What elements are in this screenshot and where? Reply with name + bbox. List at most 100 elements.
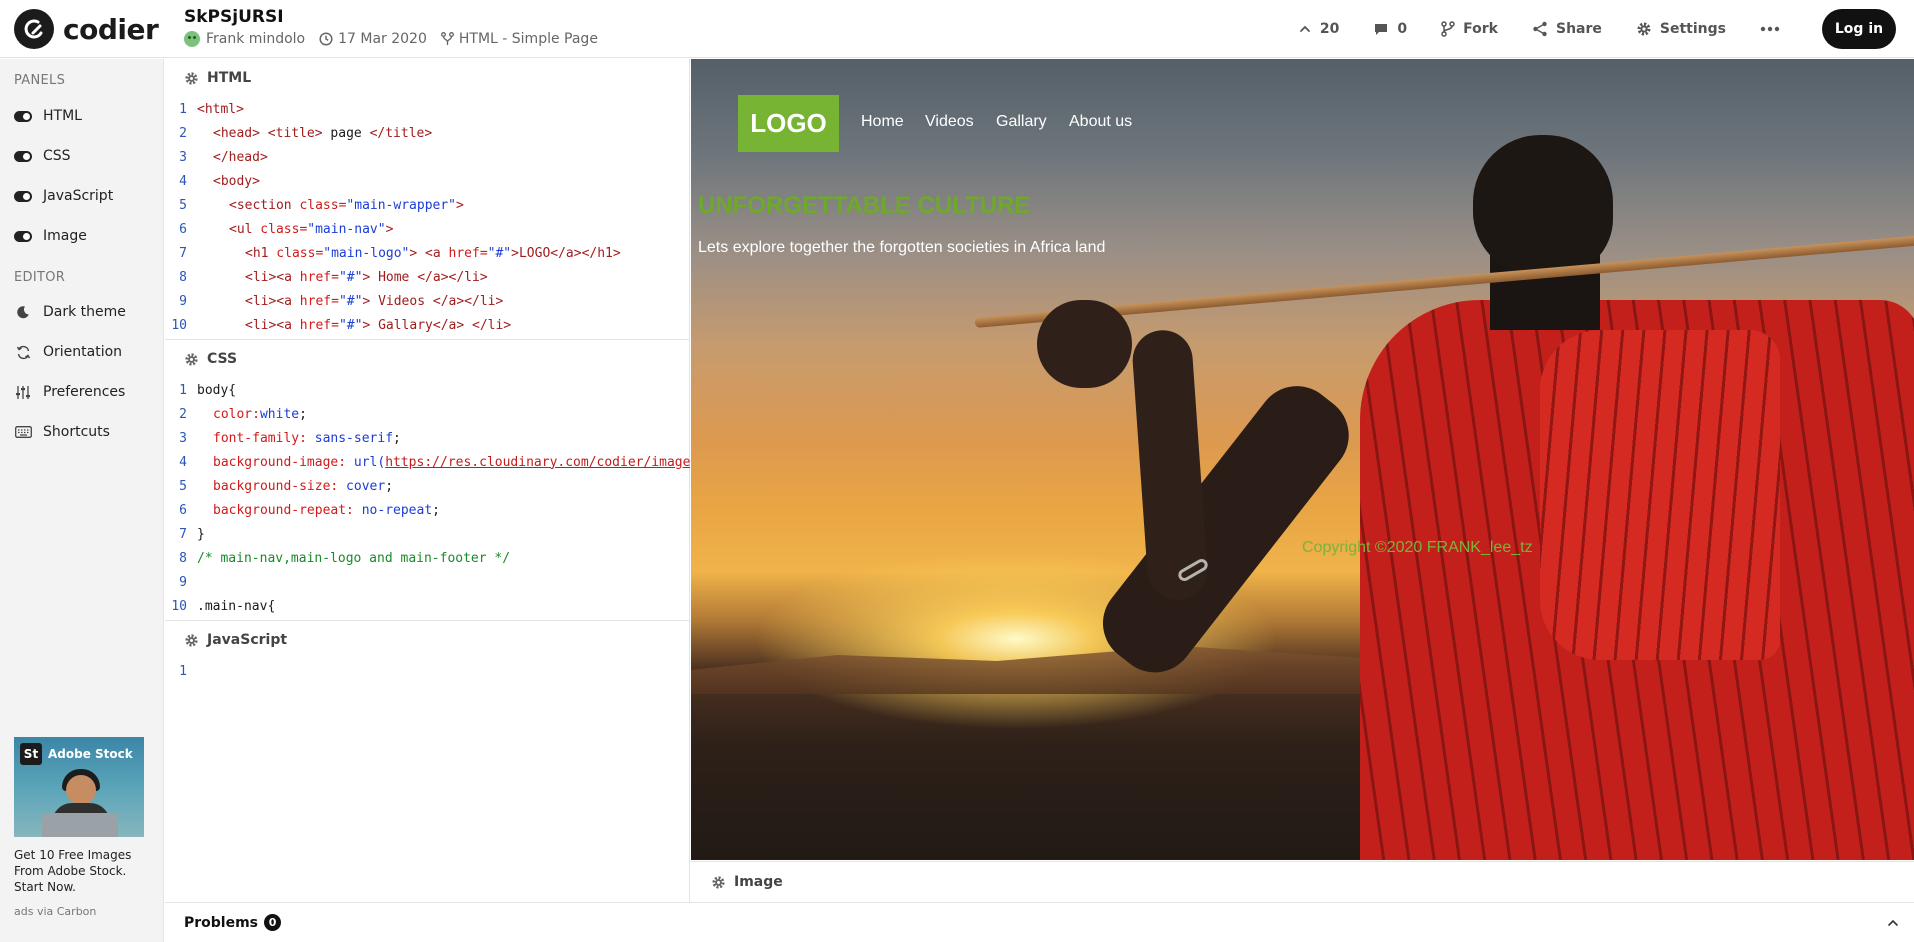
line-number: 1	[179, 663, 187, 679]
problems-bar[interactable]: Problems 0	[165, 902, 1914, 942]
preview-figure-upper-arm	[1086, 370, 1365, 689]
gear-icon	[1637, 22, 1651, 36]
comment-icon	[1375, 23, 1388, 35]
code-token: <title>	[259, 125, 323, 141]
comments-button[interactable]: 0	[1373, 21, 1407, 37]
preview-logo[interactable]: LOGO	[738, 95, 839, 152]
orientation-option[interactable]: Orientation	[14, 344, 122, 360]
fork-label: Fork	[1463, 21, 1498, 37]
line-number: 3	[179, 430, 187, 446]
line-number: 4	[179, 454, 187, 470]
code-line: 5 background-size: cover;	[165, 474, 690, 498]
code-line: 7 <h1 class="main-logo"> <a href="#">LOGO…	[165, 241, 690, 265]
chevron-up-icon	[1300, 25, 1310, 32]
line-number: 10	[171, 317, 187, 333]
preview-nav-about[interactable]: About us	[1069, 113, 1132, 131]
left-sidebar: PANELS HTML CSS JavaScript Image EDITOR …	[0, 59, 164, 942]
preview-heading: UNFORGETTABLE CULTURE	[698, 192, 1031, 219]
preview-nav-videos[interactable]: Videos	[925, 113, 974, 131]
share-button[interactable]: Share	[1532, 21, 1602, 37]
shortcuts-option[interactable]: Shortcuts	[14, 424, 110, 440]
code-token: <head>	[213, 125, 260, 141]
css-pane-header[interactable]: CSS	[165, 340, 690, 378]
preview-nav-gallary[interactable]: Gallary	[996, 113, 1047, 131]
chevron-up-icon[interactable]	[1886, 916, 1900, 930]
problems-count-badge: 0	[264, 914, 282, 931]
dark-theme-option[interactable]: Dark theme	[14, 304, 126, 320]
code-token: <li><a	[245, 269, 292, 285]
ad-via[interactable]: ads via Carbon	[14, 905, 144, 918]
line-number: 6	[179, 221, 187, 237]
line-number: 8	[179, 550, 187, 566]
share-icon	[1533, 21, 1547, 37]
ad-image[interactable]: St Adobe Stock	[14, 737, 144, 837]
code-line: 4 background-image: url(https://res.cloud…	[165, 450, 690, 474]
css-code-editor[interactable]: 1 body{ 2 color:white; 3 font-family: sans-…	[165, 378, 690, 618]
like-button[interactable]: 20	[1298, 21, 1339, 37]
code-line: 9	[165, 570, 690, 594]
code-token: <html>	[197, 101, 244, 117]
code-line: 9 <li><a href="#"> Videos </a></li>	[165, 289, 690, 313]
ad-text[interactable]: Get 10 Free Images From Adobe Stock. Sta…	[14, 847, 144, 895]
template-link[interactable]: HTML - Simple Page	[440, 31, 598, 47]
pane-title: JavaScript	[207, 632, 288, 648]
pane-title: CSS	[207, 351, 238, 367]
settings-button[interactable]: Settings	[1636, 21, 1726, 37]
line-number: 5	[179, 197, 187, 213]
ad-image-face	[66, 775, 96, 805]
code-token: > <a	[409, 245, 441, 261]
codier-logo-icon	[14, 9, 54, 49]
panel-label: Image	[43, 228, 87, 244]
line-number: 9	[179, 574, 187, 590]
code-token: <li><a	[245, 317, 292, 333]
line-number: 7	[179, 245, 187, 261]
code-token: > Home </a></li>	[362, 269, 488, 285]
sliders-icon	[14, 385, 32, 400]
login-button[interactable]: Log in	[1822, 9, 1896, 49]
line-number: 6	[179, 502, 187, 518]
fork-button[interactable]: Fork	[1441, 21, 1498, 37]
author-name: Frank mindolo	[206, 31, 306, 47]
javascript-pane-header[interactable]: JavaScript	[165, 621, 690, 659]
pen-title: SkPSjURSI	[184, 7, 284, 27]
more-menu-button[interactable]	[1760, 26, 1788, 32]
share-label: Share	[1556, 21, 1602, 37]
author-link[interactable]: Frank mindolo	[184, 31, 305, 47]
code-token: "#"	[338, 317, 363, 333]
html-code-editor[interactable]: 1 <html> 2 <head> <title> page </title> 3 <…	[165, 97, 690, 337]
code-token: color:	[213, 406, 260, 422]
preview-figure-head	[1473, 135, 1613, 275]
ad-image-laptop	[42, 813, 118, 837]
pen-date: 17 Mar 2020	[319, 31, 427, 47]
code-token: <ul	[229, 221, 253, 237]
avatar	[184, 31, 200, 47]
gear-icon	[185, 352, 198, 366]
code-token: .main-nav{	[197, 598, 276, 614]
panel-toggle-javascript[interactable]: JavaScript	[14, 188, 113, 204]
panel-toggle-image[interactable]: Image	[14, 228, 87, 244]
code-token: "main-nav"	[307, 221, 386, 237]
brand[interactable]: codier	[14, 9, 159, 49]
carbon-ad[interactable]: St Adobe Stock Get 10 Free Images From A…	[14, 737, 144, 918]
panel-toggle-html[interactable]: HTML	[14, 108, 82, 124]
javascript-pane: JavaScript 1	[165, 620, 690, 902]
panel-toggle-css[interactable]: CSS	[14, 148, 71, 164]
code-token[interactable]: https://res.cloudinary.com/codier/image/…	[385, 455, 690, 470]
code-line: 10 .main-nav{	[165, 594, 690, 618]
code-token: no-repeat	[353, 502, 433, 518]
preview-figure-hand	[1037, 300, 1132, 388]
editor-heading: EDITOR	[14, 270, 66, 285]
image-pane-header[interactable]: Image	[691, 861, 1914, 902]
code-token: <body>	[213, 173, 260, 189]
gear-icon	[712, 875, 725, 889]
toggle-switch-icon	[14, 230, 32, 242]
javascript-code-editor[interactable]: 1	[165, 659, 690, 899]
preferences-option[interactable]: Preferences	[14, 384, 125, 400]
code-token: "main-logo"	[323, 245, 410, 261]
panel-label: CSS	[43, 148, 71, 164]
comment-count: 0	[1397, 21, 1408, 37]
toggle-switch-icon	[14, 190, 32, 202]
html-pane-header[interactable]: HTML	[165, 59, 690, 97]
code-token: url(	[346, 454, 386, 470]
preview-nav-home[interactable]: Home	[861, 113, 904, 131]
